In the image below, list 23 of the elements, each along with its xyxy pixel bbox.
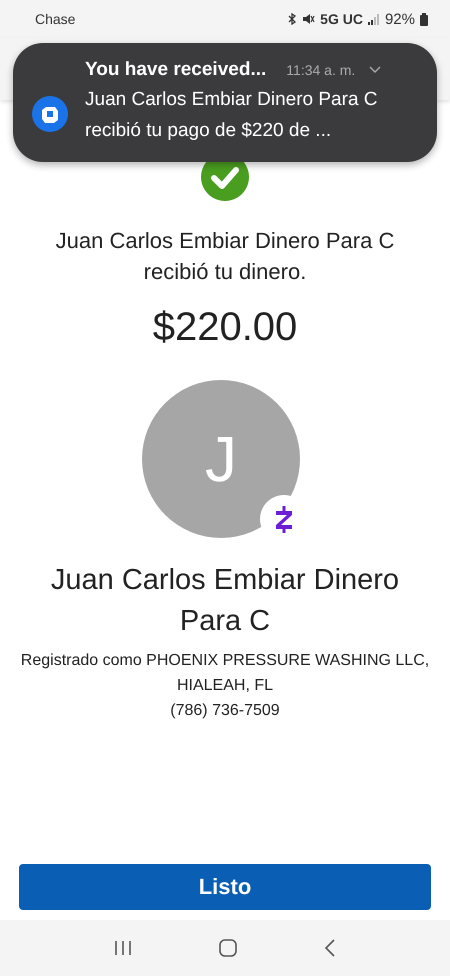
home-icon[interactable]: [218, 939, 237, 957]
amount: $220.00: [152, 305, 298, 350]
confirmation-message: Juan Carlos Embiar Dinero Para C recibió tu dinero.: [54, 227, 396, 286]
network-label: 5G UC: [320, 11, 363, 27]
battery-level: 92%: [384, 10, 415, 28]
status-app-name: Chase: [35, 11, 76, 27]
recents-icon[interactable]: [114, 940, 132, 956]
notification-title: You have received...: [85, 59, 266, 81]
bank-logo-icon: [32, 96, 68, 132]
notification-body: Juan Carlos Embiar Dinero Para C recibió tu pago de $220 de ...: [85, 88, 379, 143]
bluetooth-icon: [287, 13, 298, 25]
chevron-down-icon[interactable]: [369, 66, 382, 74]
done-button[interactable]: Listo: [19, 864, 431, 910]
notification-time: 11:34 a. m.: [286, 62, 356, 78]
mute-icon: [302, 13, 316, 25]
battery-icon: [420, 12, 428, 26]
signal-icon: [368, 14, 380, 24]
back-icon[interactable]: [324, 939, 336, 957]
phone-number: (786) 736-7509: [170, 701, 280, 721]
avatar-initial: J: [205, 422, 237, 496]
recipient-name: Juan Carlos Embiar Dinero Para C: [50, 563, 400, 639]
registered-info: Registrado como PHOENIX PRESSURE WASHING LLC, HIALEAH, FL: [20, 651, 430, 696]
notification-card[interactable]: You have received... 11:34 a. m. Juan Carlos Embiar Dinero Para C recibió tu pago de $220 de ...: [13, 43, 437, 162]
